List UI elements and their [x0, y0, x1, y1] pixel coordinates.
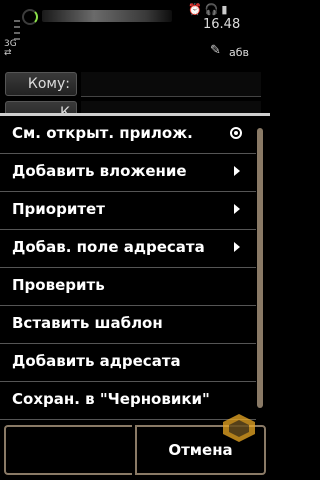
network-indicator: 3G ⇄: [4, 39, 17, 58]
clock: 16.48: [203, 17, 241, 32]
to-field-label[interactable]: Кому:: [5, 72, 77, 96]
menu-item-check[interactable]: Проверить: [0, 268, 256, 306]
menu-item-add-recipient[interactable]: Добавить адресата: [0, 344, 256, 382]
menu-item-label: См. открыт. прилож.: [12, 124, 193, 142]
status-bar: ⏰🎧▮ 16.48: [0, 0, 270, 40]
submenu-arrow-icon: [234, 166, 240, 176]
menu-item-add-recipient-field[interactable]: Добав. поле адресата: [0, 230, 256, 268]
menu-item-label: Сохран. в "Черновики": [12, 390, 210, 408]
menu-item-label: Добавить адресата: [12, 352, 181, 370]
menu-item-label: Проверить: [12, 276, 105, 294]
signal-indicator-icon: [22, 9, 38, 25]
app-title-bar: [42, 10, 172, 22]
to-field[interactable]: [81, 72, 261, 97]
input-mode-indicator: абв: [229, 46, 250, 59]
data-transfer-icon: ⇄: [4, 48, 12, 58]
menu-item-insert-template[interactable]: Вставить шаблон: [0, 306, 256, 344]
menu-item-label: Вставить шаблон: [12, 314, 163, 332]
watermark-logo-icon: [223, 414, 255, 442]
menu-scrollbar[interactable]: [257, 128, 263, 408]
status-icons: ⏰🎧▮: [188, 3, 230, 16]
left-softkey[interactable]: [4, 425, 132, 475]
signal-strength-icon: [14, 20, 20, 40]
menu-item-priority[interactable]: Приоритет: [0, 192, 256, 230]
battery-icon: ▮: [221, 3, 231, 16]
submenu-arrow-icon: [234, 204, 240, 214]
submenu-arrow-icon: [234, 242, 240, 252]
menu-item-label: Добавить вложение: [12, 162, 187, 180]
pen-icon: ✎: [210, 43, 221, 58]
menu-item-open-apps[interactable]: См. открыт. прилож.: [0, 116, 256, 154]
menu-item-save-drafts[interactable]: Сохран. в "Черновики": [0, 382, 256, 420]
menu-item-label: Приоритет: [12, 200, 105, 218]
radio-selected-icon: [230, 127, 242, 139]
alarm-icon: ⏰: [188, 3, 205, 16]
menu-item-add-attachment[interactable]: Добавить вложение: [0, 154, 256, 192]
headset-icon: 🎧: [204, 3, 222, 16]
menu-item-label: Добав. поле адресата: [12, 238, 205, 256]
